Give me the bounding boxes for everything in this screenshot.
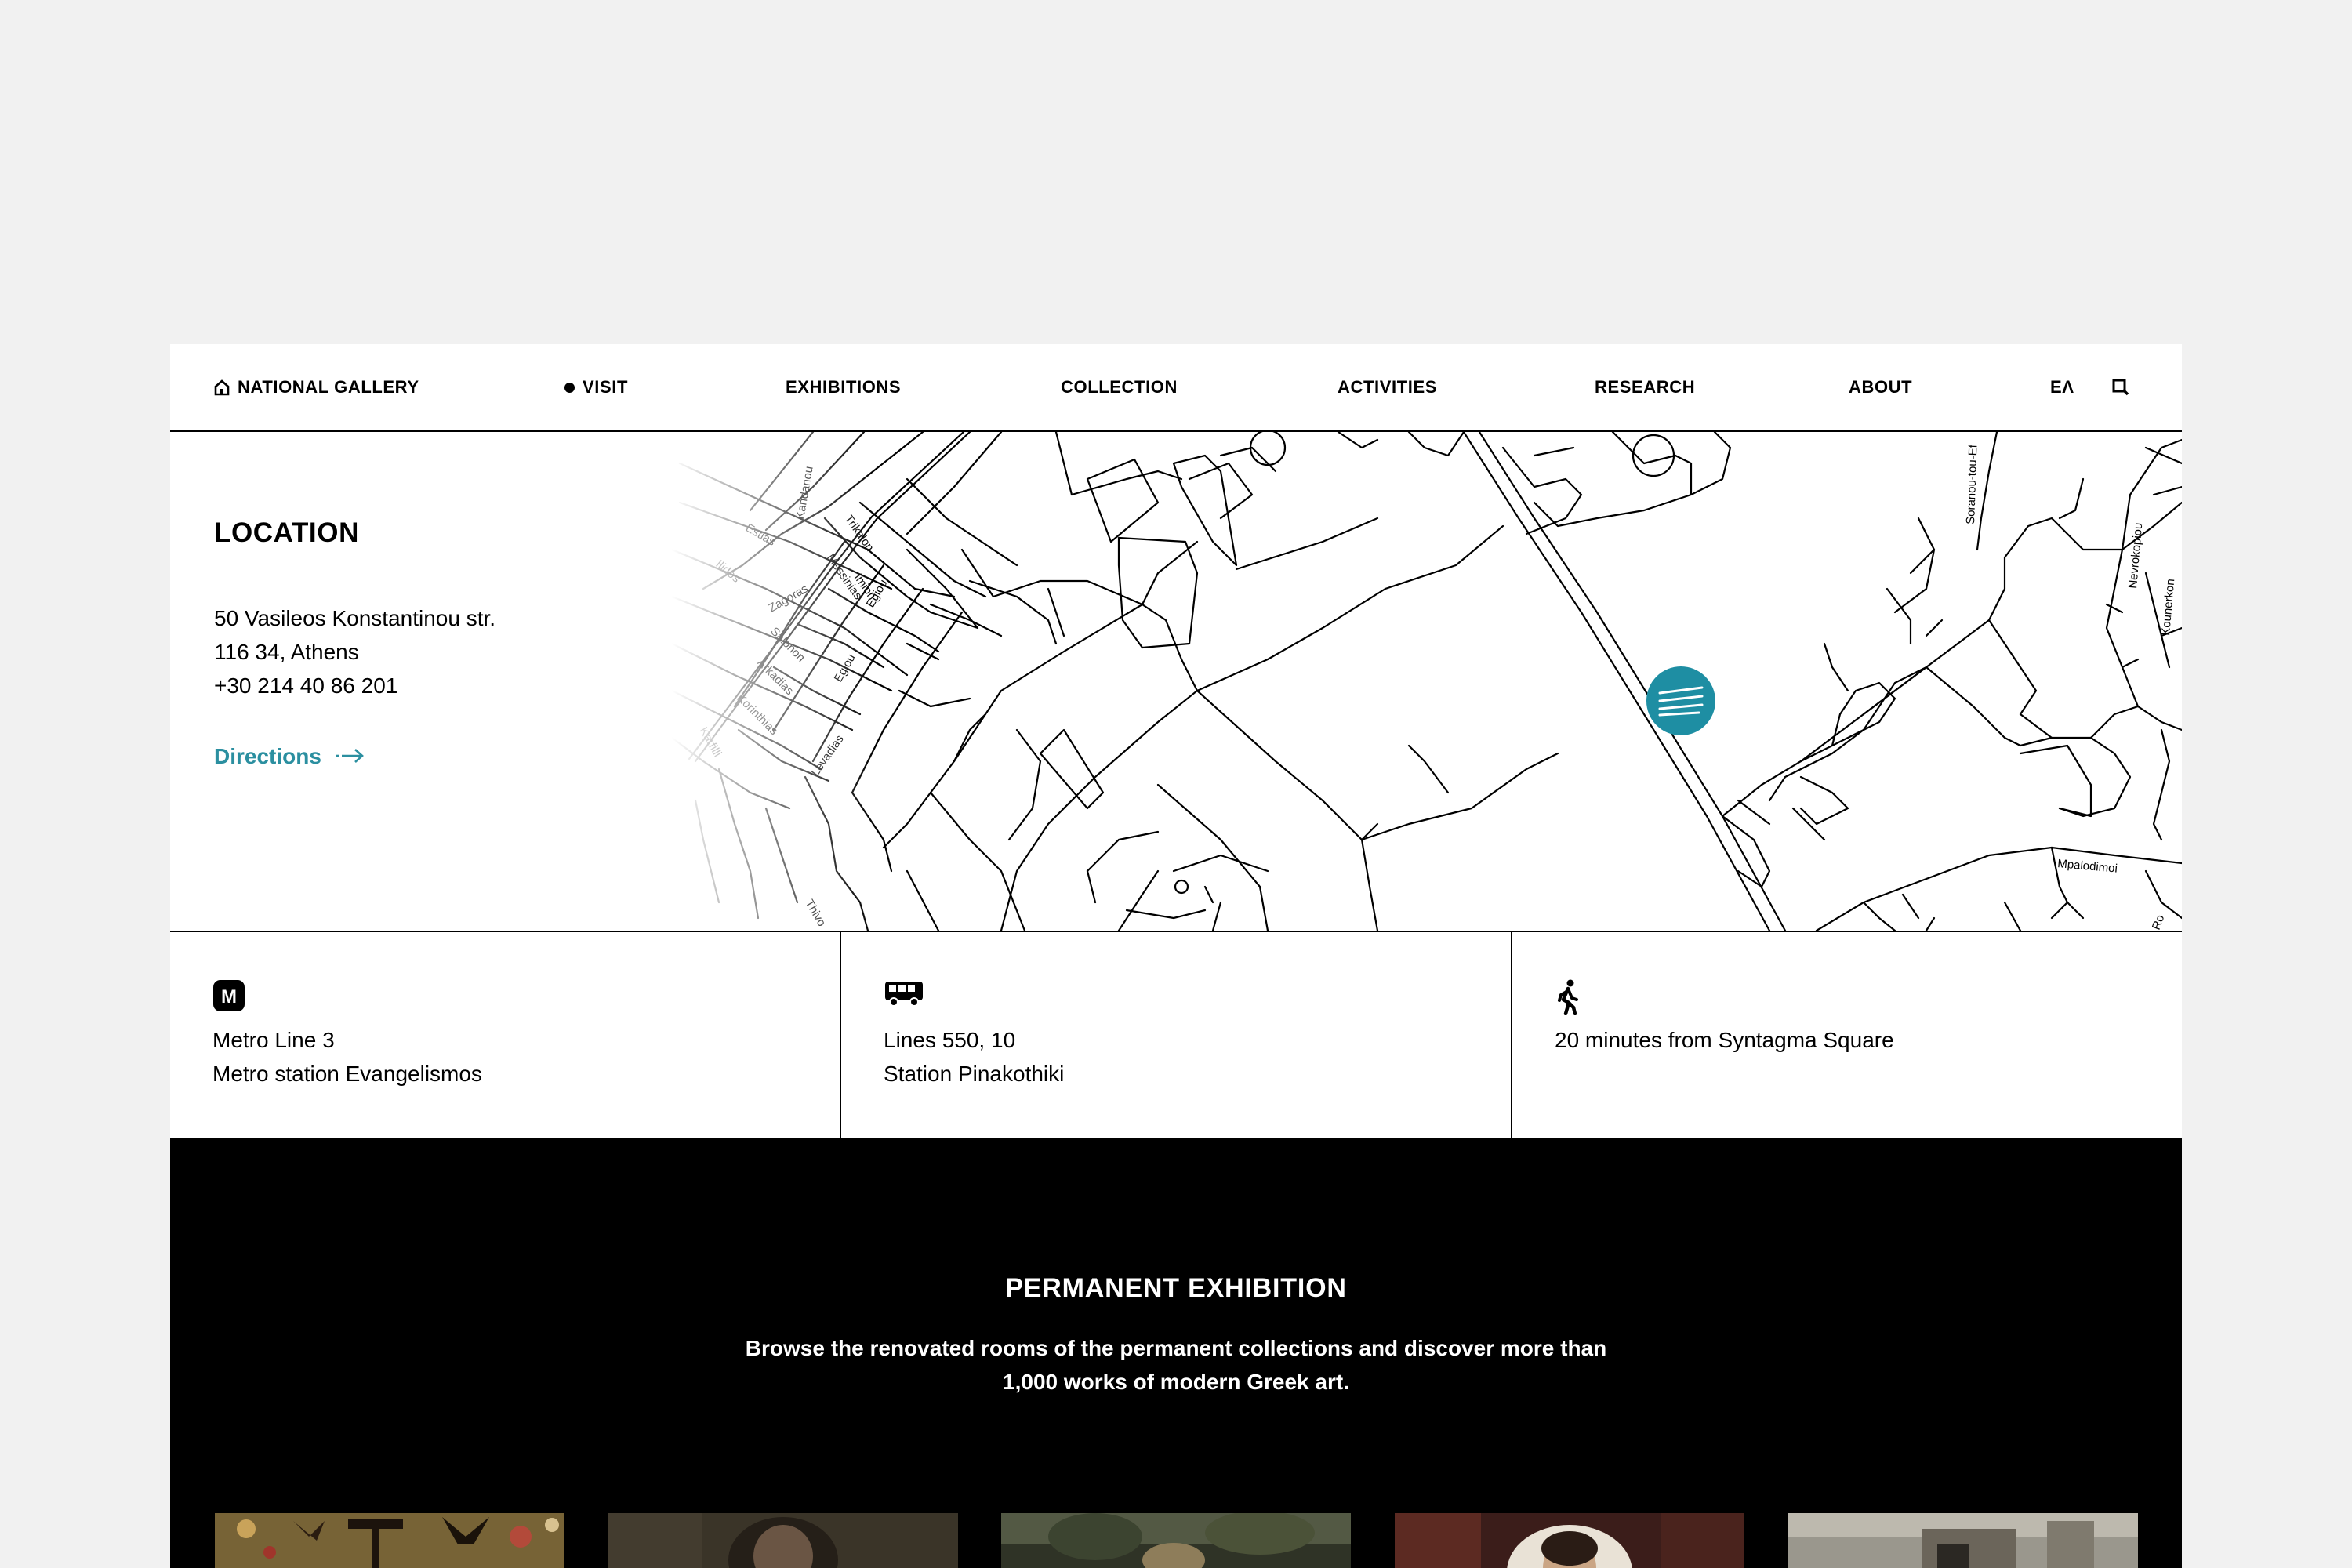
map-street-label: Kandanou [793, 465, 816, 520]
transport-info: M Metro Line 3 Metro station Evangelismo… [170, 932, 2182, 1138]
description-line: Browse the renovated rooms of the perman… [745, 1336, 1607, 1360]
nav-item-activities[interactable]: ACTIVITIES [1338, 344, 1437, 430]
nav-item-collection[interactable]: COLLECTION [1061, 344, 1178, 430]
top-navigation: NATIONAL GALLERY VISIT EXHIBITIONS COLLE… [170, 344, 2182, 432]
address-street: 50 Vasileos Konstantinou str. [214, 606, 496, 630]
bus-icon [884, 979, 924, 1011]
map-street-label: Kounerkon [2159, 579, 2177, 637]
metro-icon: M [212, 979, 245, 1016]
nav-item-research[interactable]: RESEARCH [1595, 344, 1695, 430]
nav-item-visit-label: VISIT [583, 377, 629, 397]
bus-lines: Lines 550, 10 [884, 1028, 1016, 1052]
artwork-thumbnail[interactable] [1788, 1513, 2138, 1568]
metro-line: Metro Line 3 [212, 1028, 335, 1052]
search-icon [2111, 378, 2130, 397]
phone-number: +30 214 40 86 201 [214, 673, 398, 698]
nav-item-visit[interactable]: VISIT [564, 344, 628, 430]
language-switch[interactable]: ΕΛ [2050, 344, 2074, 430]
location-title: LOCATION [214, 517, 359, 548]
map-street-label: Thivo [803, 898, 829, 929]
map-street-label: Levadias [808, 732, 846, 779]
metro-text: Metro Line 3 Metro station Evangelismos [212, 1023, 482, 1091]
location-section: LOCATION 50 Vasileos Konstantinou str. 1… [170, 432, 2182, 932]
active-indicator-dot [564, 382, 575, 393]
map-street-label: Salonon [768, 625, 808, 665]
nav-home-link[interactable]: NATIONAL GALLERY [214, 344, 419, 430]
artwork-thumbnail[interactable] [608, 1513, 958, 1568]
location-info: LOCATION 50 Vasileos Konstantinou str. 1… [170, 432, 672, 931]
map-street-label: Soranou-tou-Ef [1964, 444, 1980, 524]
map-street-label: Egiou [832, 652, 858, 684]
home-icon [214, 379, 230, 396]
location-map[interactable]: Kandanou Estias Ilidos Trikalon Messinia… [672, 432, 2182, 931]
nav-home-label: NATIONAL GALLERY [238, 377, 419, 397]
directions-label: Directions [214, 744, 321, 768]
nav-item-exhibitions[interactable]: EXHIBITIONS [786, 344, 901, 430]
map-street-label: Nevrokopiou [2126, 522, 2145, 589]
walking-info: 20 minutes from Syntagma Square [1512, 932, 2182, 1138]
address-block: 50 Vasileos Konstantinou str. 116 34, At… [214, 601, 495, 702]
artwork-thumbnail[interactable] [1001, 1513, 1351, 1568]
bus-station: Station Pinakothiki [884, 1062, 1065, 1086]
permanent-exhibition-section: PERMANENT EXHIBITION Browse the renovate… [170, 1138, 2182, 1568]
arrow-right-icon [334, 744, 365, 769]
walking-icon [1555, 979, 1581, 1019]
artwork-thumbnail[interactable] [1395, 1513, 1744, 1568]
metro-info: M Metro Line 3 Metro station Evangelismo… [170, 932, 841, 1138]
metro-station: Metro station Evangelismos [212, 1062, 482, 1086]
svg-text:M: M [221, 986, 237, 1007]
address-city: 116 34, Athens [214, 640, 359, 664]
artwork-thumbnail[interactable] [215, 1513, 564, 1568]
map-street-label: Mpalodimoi [2057, 857, 2118, 876]
gallery-logo-marker-icon[interactable] [1646, 666, 1715, 735]
permanent-exhibition-description: Browse the renovated rooms of the perman… [706, 1331, 1646, 1399]
walking-text: 20 minutes from Syntagma Square [1555, 1028, 1894, 1052]
nav-item-about[interactable]: ABOUT [1849, 344, 1912, 430]
map-street-label: Estias [743, 521, 778, 549]
permanent-exhibition-title: PERMANENT EXHIBITION [1005, 1273, 1347, 1303]
map-street-label: Ro [2150, 913, 2168, 931]
directions-link[interactable]: Directions [214, 744, 365, 769]
bus-text: Lines 550, 10 Station Pinakothiki [884, 1023, 1064, 1091]
description-line: 1,000 works of modern Greek art. [1003, 1370, 1349, 1394]
bus-info: Lines 550, 10 Station Pinakothiki [841, 932, 1512, 1138]
page-frame: NATIONAL GALLERY VISIT EXHIBITIONS COLLE… [170, 344, 2182, 1568]
search-button[interactable] [2111, 344, 2130, 430]
